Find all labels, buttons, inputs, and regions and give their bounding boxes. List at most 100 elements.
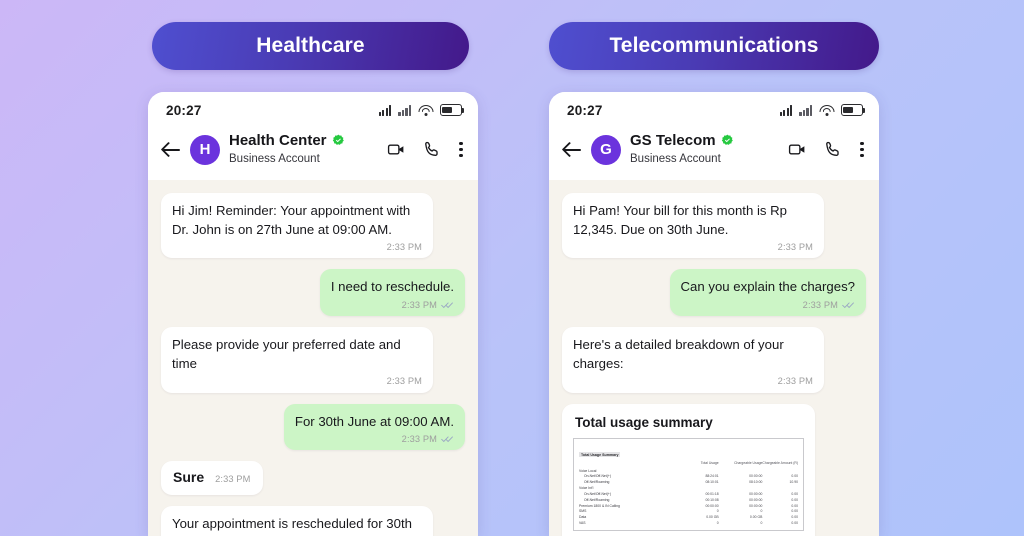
- avatar[interactable]: H: [190, 134, 220, 165]
- more-options-icon[interactable]: [459, 141, 463, 158]
- message-row: For 30th June at 09:00 AM. 2:33 PM: [161, 403, 465, 451]
- contact-name: GS Telecom: [630, 132, 716, 149]
- verified-badge-icon: [721, 134, 733, 145]
- message-time: 2:33 PM: [777, 376, 813, 387]
- message-row: Hi Pam! Your bill for this month is Rp 1…: [562, 193, 866, 259]
- table-header-cell: Total Usage: [700, 461, 719, 466]
- message-row: Total usage summary Total Usage Summary …: [562, 403, 866, 536]
- table-header-cell: Chargeable Amount (R): [762, 461, 798, 466]
- header-actions: [788, 140, 864, 159]
- message-time: 2:33 PM: [401, 433, 437, 444]
- more-options-icon[interactable]: [860, 141, 864, 158]
- cellular-signal-secondary-icon: [398, 104, 411, 116]
- document-heading: Total Usage Summary: [579, 452, 621, 458]
- table-cell: VAS: [579, 521, 586, 526]
- message-row: Please provide your preferred date and t…: [161, 327, 465, 393]
- voice-call-icon[interactable]: [423, 140, 442, 159]
- status-bar-clock: 20:27: [567, 102, 603, 118]
- contact-name: Health Center: [229, 132, 327, 149]
- voice-call-icon[interactable]: [824, 140, 843, 159]
- message-text: Can you explain the charges?: [680, 279, 855, 295]
- message-meta: 2:33 PM: [331, 298, 454, 311]
- message-bubble-incoming[interactable]: Hi Pam! Your bill for this month is Rp 1…: [562, 193, 824, 259]
- message-bubble-outgoing[interactable]: For 30th June at 09:00 AM. 2:33 PM: [283, 403, 465, 451]
- category-pill-label: Telecommunications: [609, 34, 819, 57]
- message-text: Hi Pam! Your bill for this month is Rp 1…: [573, 203, 788, 237]
- usage-summary-document[interactable]: Total Usage Summary Total Usage Chargeab…: [573, 437, 804, 532]
- table-header-cell: [579, 461, 675, 468]
- back-arrow-icon[interactable]: [161, 139, 183, 161]
- message-time: 2:33 PM: [401, 299, 437, 310]
- phone-top-section: 20:27 H Health Center Business Account: [148, 92, 478, 180]
- status-bar-icons: [378, 104, 465, 116]
- message-bubble-incoming[interactable]: Hi Jim! Reminder: Your appointment with …: [161, 193, 433, 259]
- read-receipt-icon: [842, 302, 854, 308]
- message-time: 2:33 PM: [386, 376, 422, 387]
- table-header-cell: Chargeable Usage: [734, 461, 763, 466]
- poster-canvas: Healthcare 20:27 H Health Center Busines…: [0, 0, 1024, 536]
- category-pill-healthcare: Healthcare: [152, 22, 469, 70]
- table-row: VAS 0 0 0.00: [579, 520, 798, 526]
- message-time: 2:33 PM: [215, 474, 251, 485]
- message-meta: 2:33 PM: [295, 432, 454, 445]
- message-text: Here's a detailed breakdown of your char…: [573, 337, 784, 371]
- message-meta: 2:33 PM: [573, 240, 813, 253]
- avatar[interactable]: G: [591, 134, 621, 165]
- chat-header: H Health Center Business Account: [148, 128, 478, 180]
- message-text: Please provide your preferred date and t…: [172, 337, 401, 371]
- message-text: Your appointment is rescheduled for 30th…: [172, 516, 412, 536]
- message-time: 2:33 PM: [777, 241, 813, 252]
- message-text: Hi Jim! Reminder: Your appointment with …: [172, 203, 411, 237]
- message-bubble-incoming[interactable]: Sure 2:33 PM: [161, 461, 264, 496]
- message-bubble-outgoing[interactable]: I need to reschedule. 2:33 PM: [319, 269, 465, 317]
- message-list: Hi Pam! Your bill for this month is Rp 1…: [549, 180, 879, 536]
- contact-info[interactable]: Health Center Business Account: [229, 132, 381, 167]
- attachment-card-usage-summary[interactable]: Total usage summary Total Usage Summary …: [562, 403, 815, 536]
- cellular-signal-icon: [779, 104, 793, 116]
- status-bar-clock: 20:27: [166, 102, 202, 118]
- chat-header: G GS Telecom Business Account: [549, 128, 879, 180]
- contact-subtitle: Business Account: [229, 153, 320, 165]
- message-meta: 2:33 PM: [681, 298, 855, 311]
- message-bubble-incoming[interactable]: Here's a detailed breakdown of your char…: [562, 327, 824, 393]
- attachment-title: Total usage summary: [575, 414, 713, 430]
- phone-mockup-telecommunications: 20:27 G GS Telecom Business Account Hi P…: [549, 92, 879, 536]
- message-row: Your appointment is rescheduled for 30th…: [161, 506, 465, 536]
- status-bar: 20:27: [549, 92, 879, 128]
- message-row: Sure 2:33 PM: [161, 461, 465, 496]
- cellular-signal-secondary-icon: [799, 104, 812, 116]
- usage-summary-table: Total Usage Chargeable Usage Chargeable …: [579, 461, 798, 526]
- table-header-row: Total Usage Chargeable Usage Chargeable …: [579, 461, 798, 468]
- message-row: Hi Jim! Reminder: Your appointment with …: [161, 193, 465, 259]
- message-time: 2:33 PM: [802, 299, 838, 310]
- message-row: Here's a detailed breakdown of your char…: [562, 327, 866, 393]
- read-receipt-icon: [441, 436, 453, 443]
- message-bubble-incoming[interactable]: Your appointment is rescheduled for 30th…: [161, 506, 433, 536]
- table-cell: 0: [716, 521, 719, 526]
- category-pill-label: Healthcare: [256, 34, 365, 57]
- table-cell: 0: [760, 521, 763, 526]
- message-meta: 2:33 PM: [172, 375, 422, 388]
- phone-mockup-healthcare: 20:27 H Health Center Business Account H…: [148, 92, 478, 536]
- back-arrow-icon[interactable]: [562, 139, 584, 161]
- message-time: 2:33 PM: [386, 241, 422, 252]
- video-call-icon[interactable]: [788, 140, 807, 159]
- message-text: I need to reschedule.: [330, 279, 454, 295]
- contact-info[interactable]: GS Telecom Business Account: [630, 132, 782, 167]
- category-pill-telecommunications: Telecommunications: [549, 22, 879, 70]
- table-cell: 0.00: [791, 521, 798, 526]
- message-text: Sure: [173, 469, 205, 486]
- message-list: Hi Jim! Reminder: Your appointment with …: [148, 180, 478, 536]
- video-call-icon[interactable]: [387, 140, 406, 159]
- message-row: I need to reschedule. 2:33 PM: [161, 269, 465, 317]
- wifi-icon: [418, 104, 433, 116]
- message-meta: 2:33 PM: [172, 240, 422, 253]
- battery-icon: [440, 104, 465, 116]
- header-actions: [387, 140, 463, 159]
- wifi-icon: [819, 104, 834, 116]
- message-bubble-outgoing[interactable]: Can you explain the charges? 2:33 PM: [669, 269, 866, 317]
- status-bar-icons: [779, 104, 866, 116]
- message-bubble-incoming[interactable]: Please provide your preferred date and t…: [161, 327, 433, 393]
- status-bar: 20:27: [148, 92, 478, 128]
- read-receipt-icon: [441, 302, 453, 308]
